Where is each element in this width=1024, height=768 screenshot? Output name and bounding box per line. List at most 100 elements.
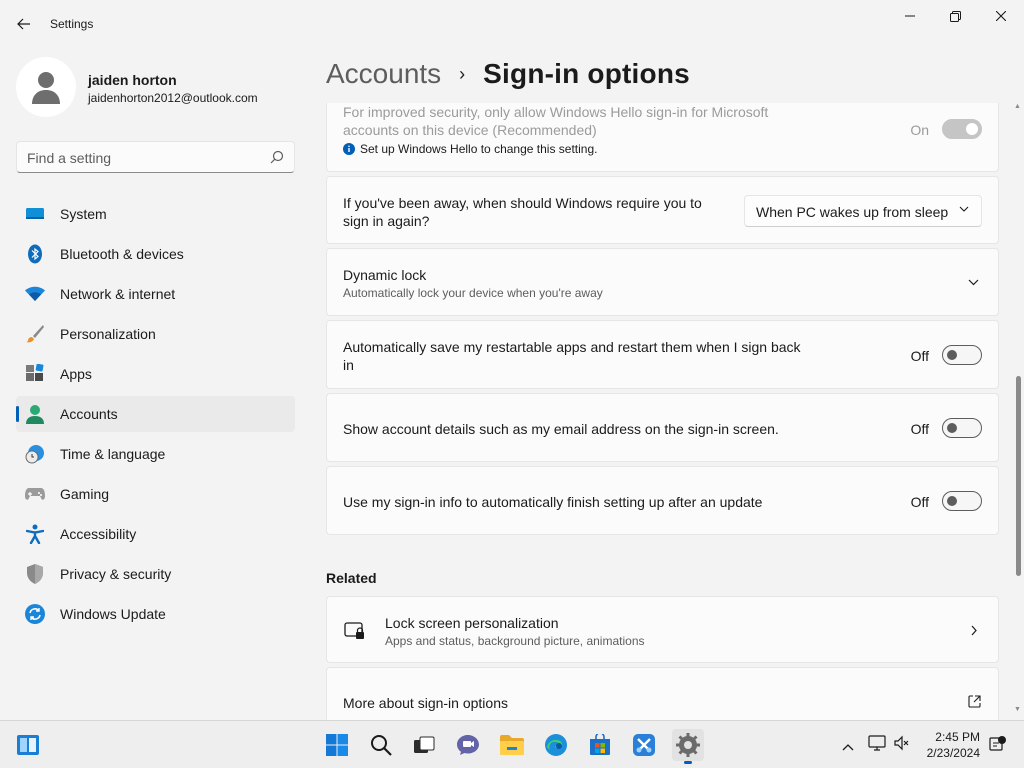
edge-browser-icon [545,734,567,756]
chevron-up-icon [842,744,854,751]
clock-date: 2/23/2024 [926,746,980,760]
show-hidden-icons-button[interactable] [842,738,854,756]
gamepad-icon [25,484,45,504]
bluetooth-icon [25,244,45,264]
search-icon [270,150,284,164]
widgets-button[interactable] [12,729,44,761]
require-sign-in-label-line1: If you've been away, when should Windows… [343,195,702,211]
update-icon [25,604,45,624]
settings-content: For improved security, only allow Window… [326,103,1000,720]
more-about-sign-in-link[interactable]: More about sign-in options [326,667,999,720]
sidebar-item-bluetooth[interactable]: Bluetooth & devices [16,236,295,272]
toggle-knob [947,350,957,360]
volume-tray-button[interactable] [894,735,910,756]
sidebar-item-label: Accessibility [60,526,137,542]
account-details-label: Show account details such as my email ad… [343,421,779,437]
dynamic-lock-subtitle: Automatically lock your device when you'… [343,286,603,300]
require-sign-in-dropdown[interactable]: When PC wakes up from sleep [744,195,982,227]
more-about-sign-in-title: More about sign-in options [343,695,508,711]
avatar[interactable] [16,57,76,117]
chevron-down-icon [959,206,969,212]
network-tray-button[interactable] [868,735,886,756]
toggle-knob [966,123,978,135]
windows-hello-only-label-line1: For improved security, only allow Window… [343,104,769,120]
sidebar-item-windows-update[interactable]: Windows Update [16,596,295,632]
lock-screen-subtitle: Apps and status, background picture, ani… [385,634,645,648]
back-button[interactable] [10,10,38,38]
dynamic-lock-title: Dynamic lock [343,267,427,283]
profile-name: jaiden horton [88,72,177,88]
open-external-icon [968,695,981,708]
notifications-button[interactable] [989,735,1007,758]
file-explorer-button[interactable] [496,729,528,761]
dropdown-selected-value: When PC wakes up from sleep [756,204,949,220]
restart-apps-label-line1: Automatically save my restartable apps a… [343,339,801,355]
settings-taskbar-button[interactable] [672,729,704,764]
edge-button[interactable] [540,729,572,761]
scrollbar-thumb[interactable] [1016,376,1021,576]
lock-screen-personalization-link[interactable]: Lock screen personalization Apps and sta… [326,596,999,663]
sidebar-item-network[interactable]: Network & internet [16,276,295,312]
volume-muted-icon [894,735,909,751]
clock[interactable]: 2:45 PM 2/23/2024 [927,729,980,761]
page-title: Sign-in options [483,58,690,89]
snipping-tool-button[interactable] [628,729,660,761]
task-view-button[interactable] [408,729,440,761]
sign-in-info-label: Use my sign-in info to automatically fin… [343,494,763,510]
breadcrumb-accounts-link[interactable]: Accounts [326,58,441,90]
clock-globe-icon [25,444,45,464]
chat-button[interactable] [452,729,484,761]
minimize-icon [905,15,915,17]
account-details-setting: Show account details such as my email ad… [326,393,999,462]
windows-logo-icon [326,734,348,756]
sidebar-item-apps[interactable]: Apps [16,356,295,392]
sidebar-item-accessibility[interactable]: Accessibility [16,516,295,552]
close-icon [996,11,1006,21]
sidebar-item-label: Windows Update [60,606,166,622]
related-section-title: Related [326,570,377,586]
toggle-state-label: On [910,122,929,138]
sidebar-item-privacy-security[interactable]: Privacy & security [16,556,295,592]
network-monitor-icon [868,735,886,751]
sidebar-item-label: Network & internet [60,286,176,302]
toggle-state-label: Off [910,494,929,510]
sidebar-item-label: Personalization [60,326,156,342]
search-input[interactable]: Find a setting [16,141,295,173]
sign-in-info-setting: Use my sign-in info to automatically fin… [326,466,999,535]
app-title: Settings [50,17,94,31]
minimize-button[interactable] [887,0,933,32]
close-button[interactable] [978,0,1024,32]
store-button[interactable] [584,729,616,761]
sidebar-item-personalization[interactable]: Personalization [16,316,295,352]
widgets-icon [17,735,39,755]
scroll-down-icon[interactable]: ▼ [1014,706,1021,713]
sidebar-item-gaming[interactable]: Gaming [16,476,295,512]
sidebar-item-accounts[interactable]: Accounts [16,396,295,432]
sidebar-item-label: Accounts [60,406,118,422]
account-details-toggle[interactable] [942,418,982,438]
profile-email: jaidenhorton2012@outlook.com [88,91,258,105]
search-taskbar-button[interactable] [365,729,397,761]
toggle-knob [947,496,957,506]
sidebar-item-label: Privacy & security [60,566,172,582]
sidebar-item-label: System [60,206,107,222]
restart-apps-toggle[interactable] [942,345,982,365]
lock-screen-title: Lock screen personalization [385,615,559,631]
chevron-right-icon [971,625,977,636]
sidebar-item-system[interactable]: System [16,196,295,232]
sign-in-info-toggle[interactable] [942,491,982,511]
windows-hello-only-toggle[interactable] [942,119,982,139]
sidebar-item-time-language[interactable]: Time & language [16,436,295,472]
task-view-icon [414,736,435,753]
maximize-button[interactable] [932,0,978,32]
start-button[interactable] [321,729,353,761]
sidebar-item-label: Apps [60,366,92,382]
shield-icon [25,564,45,584]
scroll-up-icon[interactable]: ▲ [1014,103,1021,110]
restore-icon [949,10,961,22]
folder-icon [500,735,524,755]
monitor-icon [25,204,45,224]
chevron-down-icon[interactable] [968,279,979,286]
restart-apps-label-line2: in [343,357,354,373]
dynamic-lock-setting[interactable]: Dynamic lock Automatically lock your dev… [326,248,999,316]
